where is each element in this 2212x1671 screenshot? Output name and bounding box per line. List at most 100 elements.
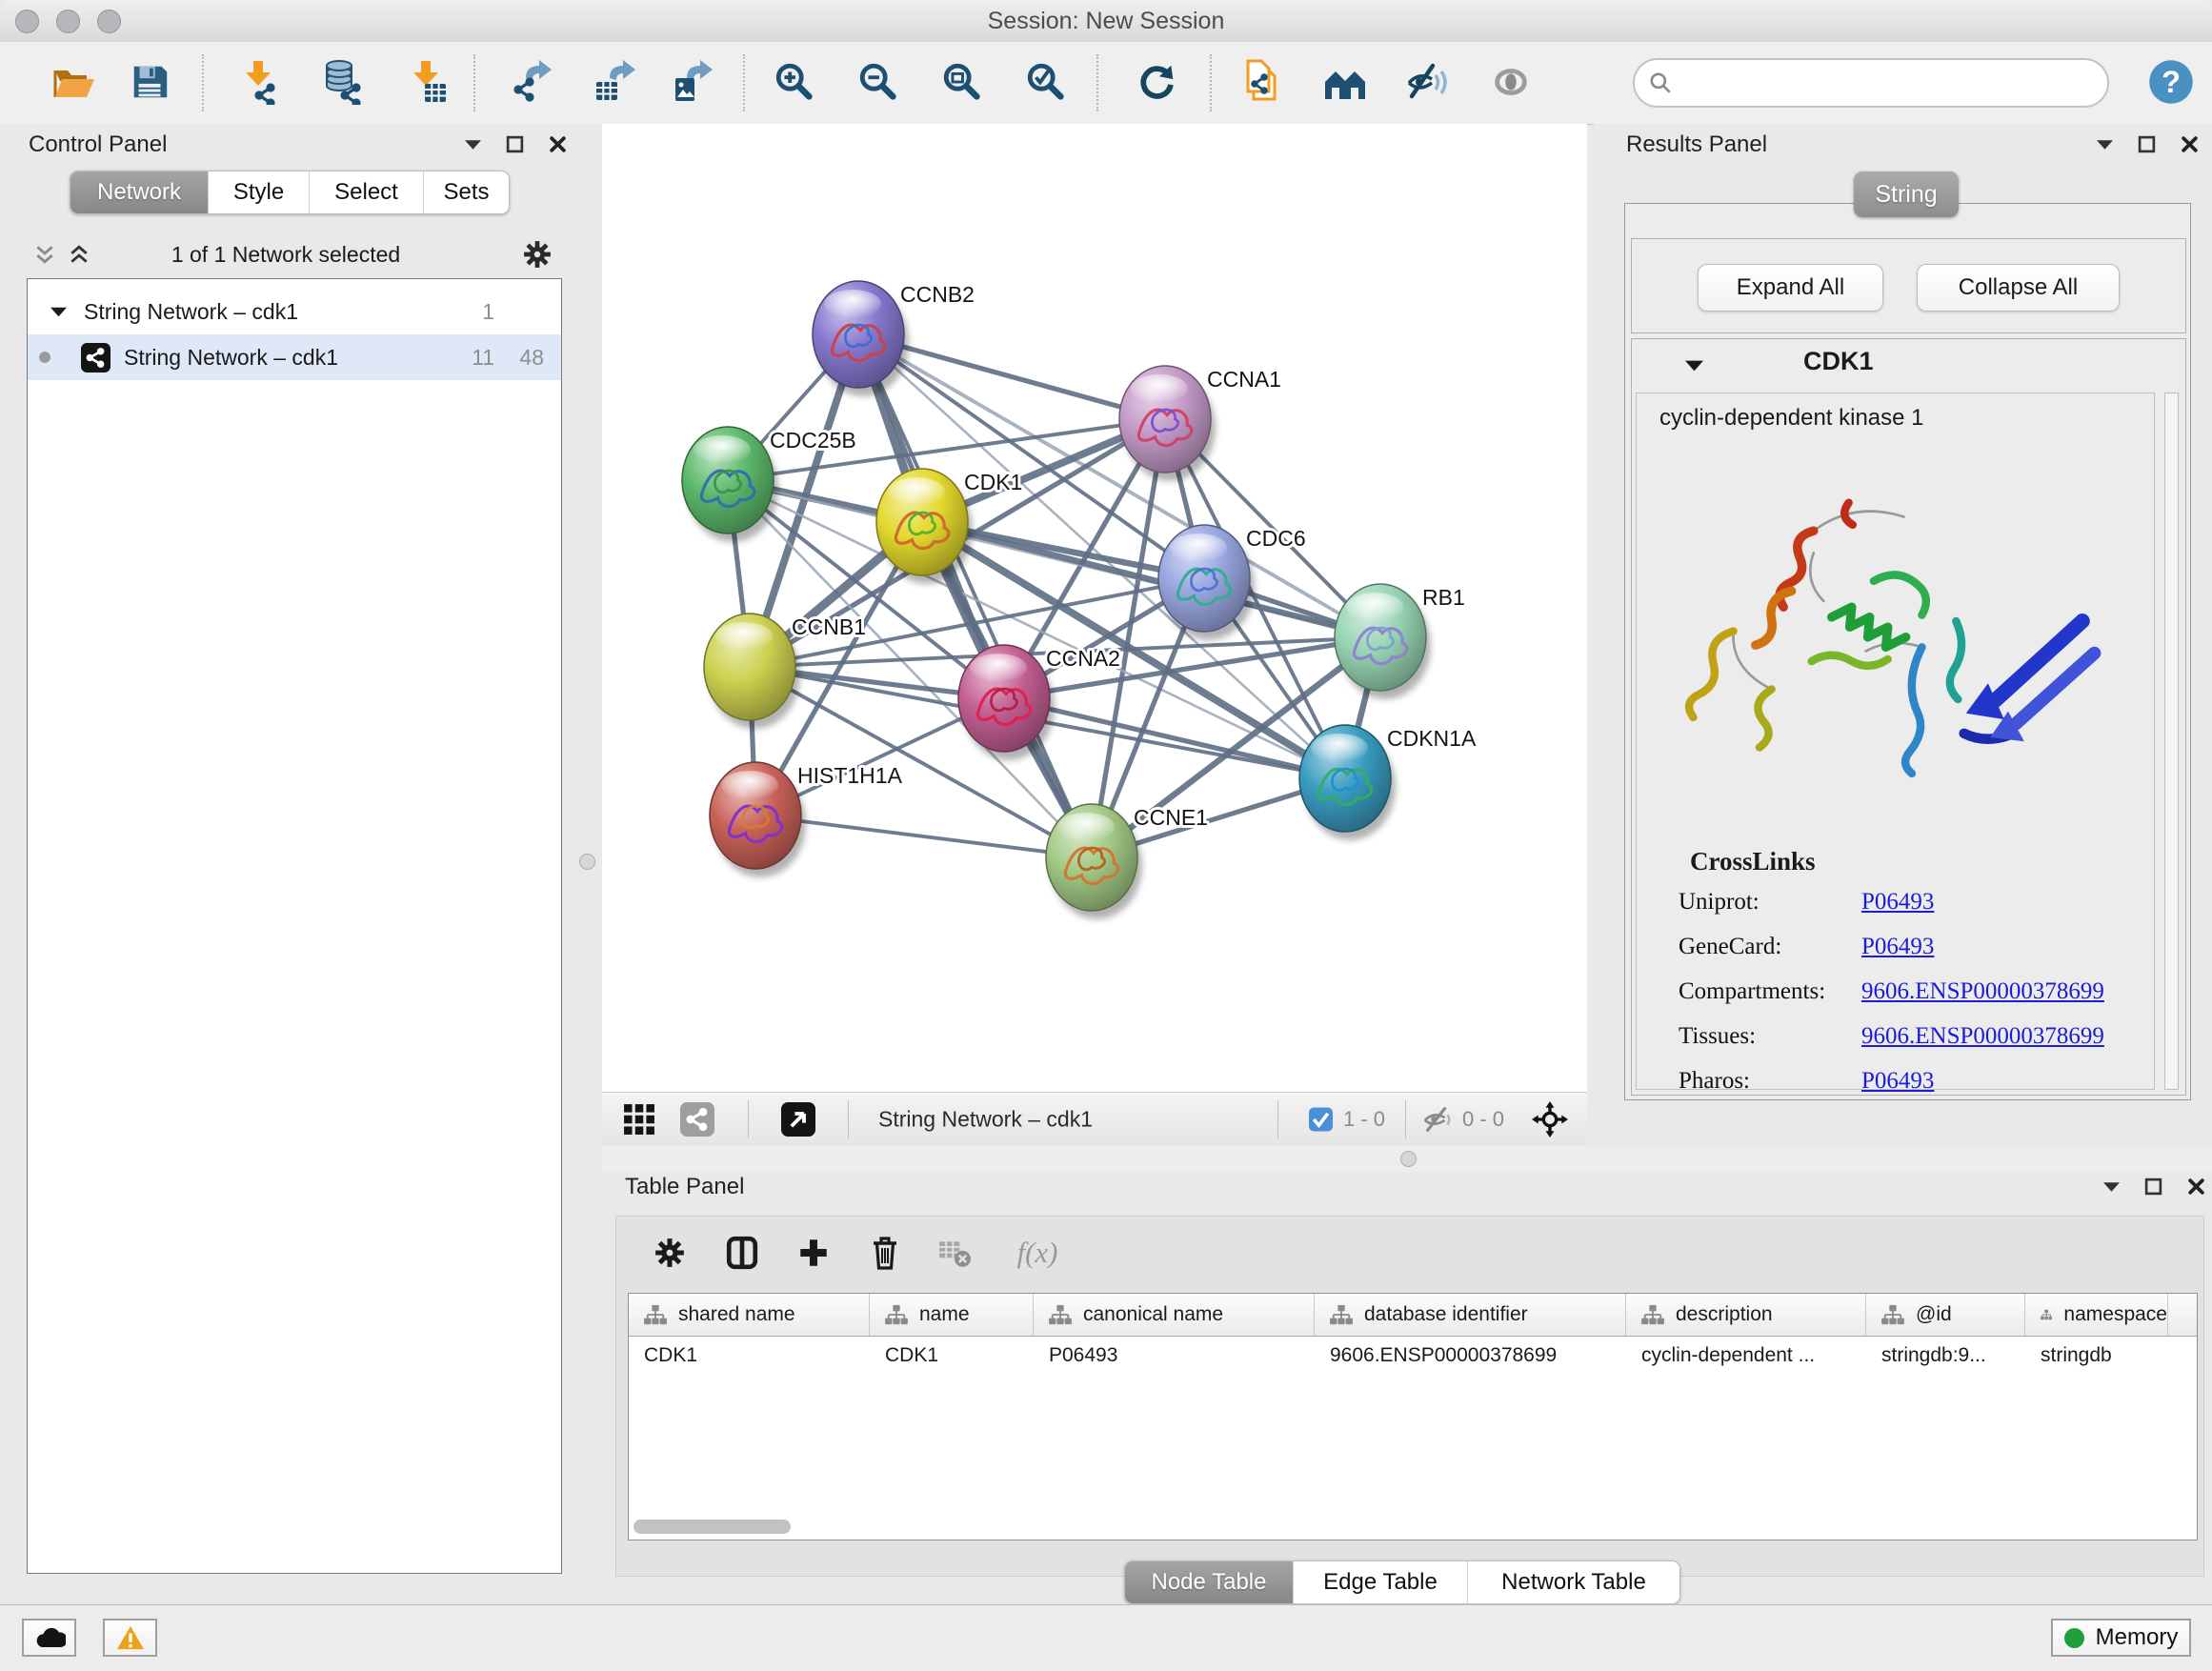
delete-table-icon[interactable] bbox=[930, 1228, 979, 1278]
tab-network[interactable]: Network bbox=[70, 171, 209, 213]
import-network-file-icon[interactable] bbox=[234, 57, 284, 107]
network-node-CDC25B[interactable] bbox=[682, 427, 778, 542]
column-header-shared-name[interactable]: shared name bbox=[629, 1294, 870, 1336]
crosslink-link[interactable]: 9606.ENSP00000378699 bbox=[1861, 978, 2104, 1005]
network-node-CCNE1[interactable] bbox=[1046, 804, 1142, 919]
network-collection-row[interactable]: String Network – cdk1 1 bbox=[28, 289, 561, 334]
network-node-CDK1[interactable] bbox=[876, 469, 973, 584]
help-icon[interactable]: ? bbox=[2146, 57, 2196, 107]
expand-all-icon[interactable] bbox=[69, 244, 90, 265]
column-header-namespace[interactable]: namespace bbox=[2025, 1294, 2168, 1336]
tab-string[interactable]: String bbox=[1854, 171, 1959, 217]
tab-sets[interactable]: Sets bbox=[424, 171, 509, 213]
table-cell[interactable]: stringdb:9... bbox=[1866, 1337, 2025, 1375]
refresh-icon[interactable] bbox=[1132, 57, 1181, 107]
column-header-id[interactable]: @id bbox=[1866, 1294, 2025, 1336]
network-row-selected[interactable]: String Network – cdk1 11 48 bbox=[28, 334, 561, 380]
zoom-fit-icon[interactable] bbox=[937, 57, 987, 107]
float-panel-icon[interactable] bbox=[506, 135, 524, 153]
close-panel-icon[interactable] bbox=[549, 135, 567, 153]
panel-menu-icon[interactable] bbox=[465, 140, 481, 150]
collapse-all-icon[interactable] bbox=[34, 244, 55, 265]
table-row[interactable]: CDK1CDK1P064939606.ENSP00000378699cyclin… bbox=[629, 1337, 2197, 1375]
panel-menu-icon[interactable] bbox=[2103, 1182, 2120, 1192]
network-node-CCNA1[interactable] bbox=[1119, 366, 1216, 481]
export-network-file-icon[interactable] bbox=[507, 57, 556, 107]
gear-icon[interactable] bbox=[523, 240, 552, 269]
table-cell[interactable]: cyclin-dependent ... bbox=[1626, 1337, 1866, 1375]
close-panel-icon[interactable] bbox=[2187, 1178, 2205, 1196]
network-node-CDC6[interactable] bbox=[1158, 525, 1255, 640]
function-builder-icon[interactable]: f(x) bbox=[1001, 1228, 1074, 1278]
tab-select[interactable]: Select bbox=[310, 171, 424, 213]
horizontal-splitter[interactable] bbox=[602, 1146, 2212, 1172]
save-session-icon[interactable] bbox=[125, 57, 174, 107]
crosslink-link[interactable]: P06493 bbox=[1861, 934, 1934, 960]
crosslink-link[interactable]: P06493 bbox=[1861, 1068, 1934, 1095]
zoom-in-icon[interactable] bbox=[770, 57, 819, 107]
panel-menu-icon[interactable] bbox=[2097, 140, 2113, 150]
close-panel-icon[interactable] bbox=[2181, 135, 2199, 153]
table-cell[interactable]: 9606.ENSP00000378699 bbox=[1315, 1337, 1626, 1375]
import-network-database-icon[interactable] bbox=[318, 57, 368, 107]
tab-node-table[interactable]: Node Table bbox=[1125, 1561, 1294, 1603]
column-header-canonical-name[interactable]: canonical name bbox=[1034, 1294, 1315, 1336]
network-node-CCNA2[interactable] bbox=[958, 645, 1055, 760]
results-scrollbar[interactable] bbox=[2164, 393, 2179, 1090]
export-image-icon[interactable] bbox=[668, 57, 717, 107]
grid-view-icon[interactable] bbox=[623, 1103, 655, 1136]
table-gear-icon[interactable] bbox=[645, 1228, 694, 1278]
network-node-CDKN1A[interactable] bbox=[1299, 725, 1396, 840]
network-canvas[interactable]: CCNB2CCNA1CDC25BCDK1CDC6RB1CCNB1CCNA2CDK… bbox=[602, 124, 1587, 1092]
birdseye-view-icon[interactable] bbox=[781, 1102, 815, 1137]
search-input[interactable] bbox=[1633, 58, 2109, 108]
import-table-file-icon[interactable] bbox=[402, 57, 452, 107]
divider-handle[interactable] bbox=[579, 854, 595, 870]
table-horizontal-scrollbar[interactable] bbox=[633, 1520, 791, 1534]
share-view-icon[interactable] bbox=[680, 1102, 714, 1137]
network-node-HIST1H1A[interactable] bbox=[710, 762, 806, 877]
tree-expander-icon[interactable] bbox=[50, 307, 67, 317]
warning-button[interactable] bbox=[103, 1619, 157, 1657]
tab-edge-table[interactable]: Edge Table bbox=[1294, 1561, 1468, 1603]
selected-checkbox-icon[interactable] bbox=[1309, 1108, 1333, 1132]
column-header-name[interactable]: name bbox=[870, 1294, 1034, 1336]
zoom-out-icon[interactable] bbox=[854, 57, 903, 107]
control-canvas-divider[interactable] bbox=[572, 124, 602, 1092]
memory-button[interactable]: Memory bbox=[2051, 1619, 2191, 1657]
crosslink-link[interactable]: 9606.ENSP00000378699 bbox=[1861, 1023, 2104, 1050]
network-node-CCNB1[interactable] bbox=[704, 614, 800, 729]
tab-network-table[interactable]: Network Table bbox=[1468, 1561, 1679, 1603]
hidden-eye-icon[interactable] bbox=[1421, 1105, 1454, 1134]
open-session-icon[interactable] bbox=[49, 57, 98, 107]
table-cell[interactable]: CDK1 bbox=[629, 1337, 870, 1375]
collapse-all-button[interactable]: Collapse All bbox=[1917, 264, 2120, 312]
network-node-RB1[interactable] bbox=[1335, 584, 1431, 699]
hide-selected-icon[interactable] bbox=[1402, 57, 1452, 107]
add-column-icon[interactable] bbox=[789, 1228, 838, 1278]
show-all-icon[interactable] bbox=[1486, 57, 1536, 107]
table-cell[interactable]: CDK1 bbox=[870, 1337, 1034, 1375]
network-node-CCNB2[interactable] bbox=[813, 281, 909, 396]
float-panel-icon[interactable] bbox=[2144, 1178, 2162, 1196]
crosslink-link[interactable]: P06493 bbox=[1861, 889, 1934, 916]
network-edge-CCNA2-CDKN1A[interactable] bbox=[1004, 698, 1345, 778]
float-panel-icon[interactable] bbox=[2138, 135, 2156, 153]
tab-style[interactable]: Style bbox=[209, 171, 310, 213]
clone-network-icon[interactable] bbox=[1238, 57, 1288, 107]
splitter-handle[interactable] bbox=[1400, 1151, 1417, 1167]
column-header-database-identifier[interactable]: database identifier bbox=[1315, 1294, 1626, 1336]
delete-column-trash-icon[interactable] bbox=[860, 1228, 910, 1278]
table-cell[interactable]: P06493 bbox=[1034, 1337, 1315, 1375]
entry-expander-icon[interactable] bbox=[1685, 360, 1703, 372]
table-cell[interactable]: stringdb bbox=[2025, 1337, 2168, 1375]
column-header-description[interactable]: description bbox=[1626, 1294, 1866, 1336]
zoom-selected-icon[interactable] bbox=[1021, 57, 1071, 107]
select-columns-icon[interactable] bbox=[717, 1228, 767, 1278]
expand-all-button[interactable]: Expand All bbox=[1698, 264, 1883, 312]
fit-content-crosshair-icon[interactable] bbox=[1532, 1101, 1568, 1137]
cloud-button[interactable] bbox=[22, 1619, 76, 1657]
first-neighbors-icon[interactable] bbox=[1320, 57, 1370, 107]
network-share-badge-icon bbox=[81, 343, 111, 372]
export-table-file-icon[interactable] bbox=[591, 57, 640, 107]
